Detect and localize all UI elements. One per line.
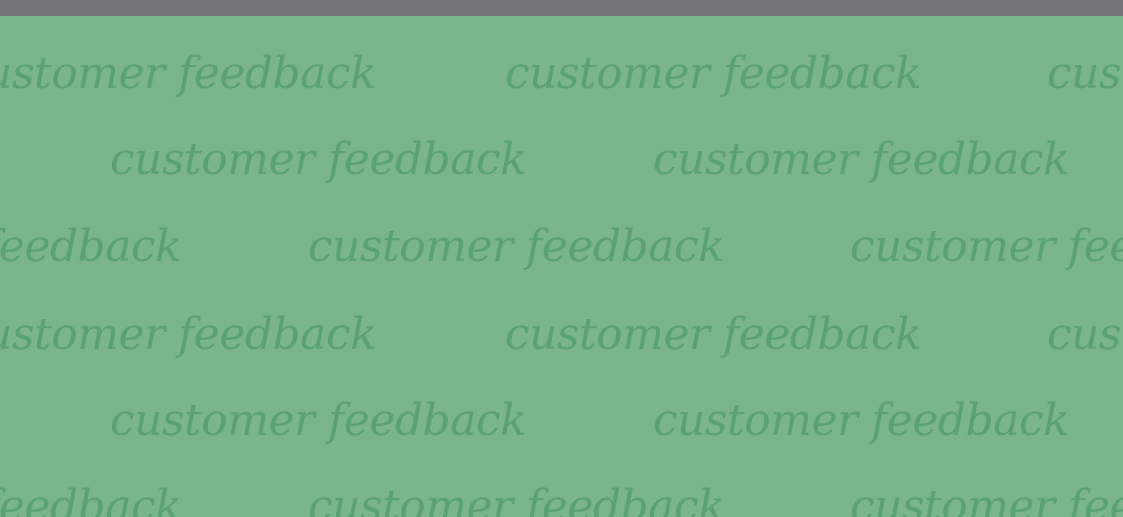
watermark-text: customer feedback [1047,309,1123,360]
watermark-text: customer feedback [110,395,527,446]
watermark-pattern: customer feedback customer feedback cust… [0,16,1123,517]
watermark-text: customer feedback [308,221,725,272]
watermark-text: customer feedback [505,48,922,99]
watermark-text: customer feedback [1047,48,1123,99]
watermark-text: customer feedback [505,309,922,360]
watermark-text: customer feedback [653,395,1070,446]
top-bar [0,0,1123,16]
watermark-text: customer feedback [0,48,377,99]
watermark-text: customer feedback [850,481,1123,517]
watermark-text: customer feedback [110,134,527,185]
watermark-text: customer feedback [0,481,182,517]
watermark-text: customer feedback [0,309,377,360]
watermark-text: customer feedback [0,221,182,272]
watermark-text: customer feedback [653,134,1070,185]
watermark-text: customer feedback [308,481,725,517]
watermark-text: customer feedback [850,221,1123,272]
